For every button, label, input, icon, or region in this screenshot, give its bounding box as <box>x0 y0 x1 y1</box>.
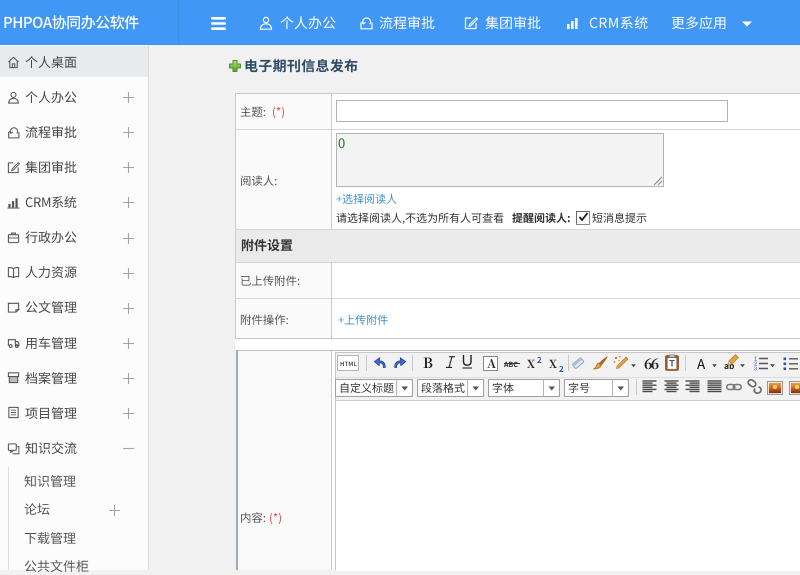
svg-text:3: 3 <box>754 367 757 372</box>
svg-text:T: T <box>669 359 675 369</box>
